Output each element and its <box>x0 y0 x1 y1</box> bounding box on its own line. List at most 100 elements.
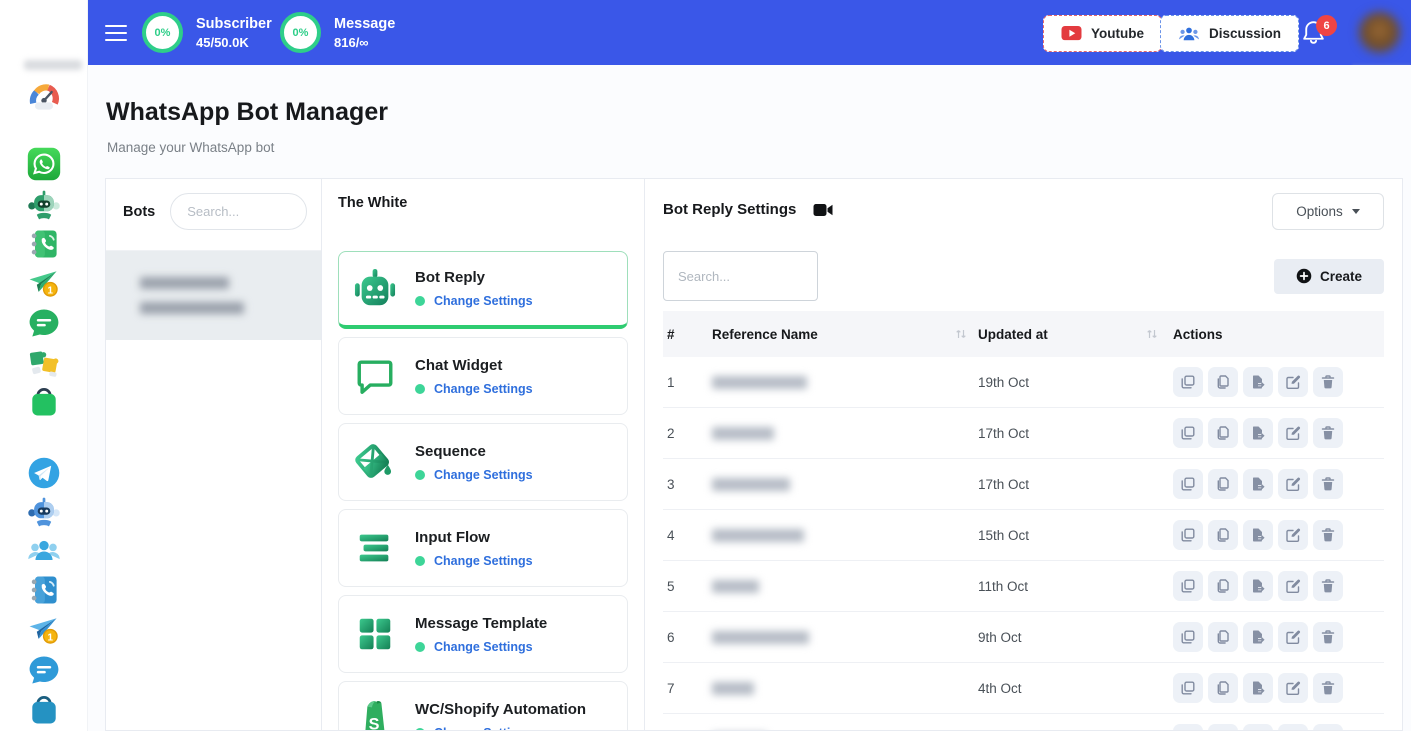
delete-action-button[interactable] <box>1313 622 1343 652</box>
settings-card-input-flow[interactable]: Input FlowChange Settings <box>338 509 628 587</box>
change-settings-label: Change Settings <box>434 640 533 654</box>
user-avatar[interactable] <box>1359 12 1400 53</box>
settings-card-sequence[interactable]: SequenceChange Settings <box>338 423 628 501</box>
copy-icon <box>1215 374 1231 390</box>
create-button-label: Create <box>1320 269 1362 284</box>
telegram-contacts-icon[interactable] <box>26 572 62 608</box>
clone-action-button[interactable] <box>1173 469 1203 499</box>
export-action-button[interactable] <box>1243 571 1273 601</box>
redacted-reference-name <box>712 529 804 542</box>
clone-action-button[interactable] <box>1173 367 1203 397</box>
clone-action-button[interactable] <box>1173 673 1203 703</box>
copy-action-button[interactable] <box>1208 673 1238 703</box>
whatsapp-chat-icon[interactable] <box>26 305 62 341</box>
change-settings-link[interactable]: Change Settings <box>415 294 533 308</box>
delete-action-button[interactable] <box>1313 469 1343 499</box>
app-logo <box>24 60 82 70</box>
status-dot <box>415 556 425 566</box>
edit-action-button[interactable] <box>1278 418 1308 448</box>
whatsapp-icon[interactable] <box>26 146 62 182</box>
bots-search-input[interactable] <box>170 193 307 230</box>
copy-action-button[interactable] <box>1208 520 1238 550</box>
app-sidebar: 11 <box>0 0 88 731</box>
clone-action-button[interactable] <box>1173 520 1203 550</box>
sort-icon[interactable] <box>1145 327 1159 341</box>
delete-action-button[interactable] <box>1313 418 1343 448</box>
edit-action-button[interactable] <box>1278 622 1308 652</box>
delete-action-button[interactable] <box>1313 367 1343 397</box>
notification-count-badge: 6 <box>1316 15 1337 36</box>
options-button[interactable]: Options <box>1272 193 1384 230</box>
bot-list-item-selected[interactable] <box>106 250 321 340</box>
table-row: 317th Oct <box>663 459 1384 510</box>
video-camera-icon[interactable] <box>813 203 833 217</box>
change-settings-link[interactable]: Change Settings <box>415 468 533 482</box>
settings-card-bot-reply[interactable]: Bot ReplyChange Settings <box>338 251 628 329</box>
clone-icon <box>1180 680 1196 696</box>
edit-action-button[interactable] <box>1278 367 1308 397</box>
redacted-reference-name <box>712 631 809 644</box>
settings-card-chat-widget[interactable]: Chat WidgetChange Settings <box>338 337 628 415</box>
telegram-chat-icon[interactable] <box>26 652 62 688</box>
change-settings-link[interactable]: Change Settings <box>415 382 533 396</box>
edit-action-button[interactable] <box>1278 469 1308 499</box>
edit-action-button[interactable] <box>1278 724 1308 731</box>
edit-action-button[interactable] <box>1278 571 1308 601</box>
integrations-icon[interactable] <box>26 344 62 380</box>
change-settings-link[interactable]: Change Settings <box>415 640 547 654</box>
telegram-group-icon[interactable] <box>26 533 62 569</box>
sort-icon[interactable] <box>954 327 968 341</box>
telegram-icon[interactable] <box>26 455 62 491</box>
delete-icon <box>1320 527 1336 543</box>
export-action-button[interactable] <box>1243 622 1273 652</box>
whatsapp-store-icon[interactable] <box>26 384 62 420</box>
telegram-bot-icon[interactable] <box>26 494 62 530</box>
export-action-button[interactable] <box>1243 367 1273 397</box>
whatsapp-broadcast-icon[interactable]: 1 <box>26 265 62 301</box>
table-search-input[interactable] <box>663 251 818 301</box>
copy-action-button[interactable] <box>1208 469 1238 499</box>
settings-card-wc-shopify-automation[interactable]: SWC/Shopify AutomationChange Settings <box>338 681 628 731</box>
clone-action-button[interactable] <box>1173 571 1203 601</box>
whatsapp-bot-icon[interactable] <box>26 187 62 223</box>
clone-action-button[interactable] <box>1173 724 1203 731</box>
copy-action-button[interactable] <box>1208 418 1238 448</box>
change-settings-link[interactable]: Change Settings <box>415 726 586 731</box>
edit-action-button[interactable] <box>1278 520 1308 550</box>
settings-card-message-template[interactable]: Message TemplateChange Settings <box>338 595 628 673</box>
telegram-store-icon[interactable] <box>26 692 62 728</box>
export-action-button[interactable] <box>1243 469 1273 499</box>
edit-icon <box>1285 527 1301 543</box>
change-settings-link[interactable]: Change Settings <box>415 554 533 568</box>
copy-icon <box>1215 680 1231 696</box>
copy-action-button[interactable] <box>1208 571 1238 601</box>
clone-action-button[interactable] <box>1173 418 1203 448</box>
hamburger-menu-icon[interactable] <box>105 25 127 46</box>
create-button[interactable]: Create <box>1274 259 1384 294</box>
copy-action-button[interactable] <box>1208 367 1238 397</box>
dashboard-gauge-icon[interactable] <box>26 79 62 115</box>
export-icon <box>1250 476 1266 492</box>
subscriber-stat: 0% Subscriber 45/50.0K <box>142 12 272 53</box>
copy-action-button[interactable] <box>1208 622 1238 652</box>
redacted-reference-name <box>712 682 754 695</box>
export-action-button[interactable] <box>1243 418 1273 448</box>
telegram-broadcast-icon[interactable]: 1 <box>26 612 62 648</box>
delete-action-button[interactable] <box>1313 724 1343 731</box>
delete-action-button[interactable] <box>1313 571 1343 601</box>
export-action-button[interactable] <box>1243 724 1273 731</box>
edit-icon <box>1285 680 1301 696</box>
delete-icon <box>1320 629 1336 645</box>
delete-action-button[interactable] <box>1313 520 1343 550</box>
export-action-button[interactable] <box>1243 520 1273 550</box>
copy-action-button[interactable] <box>1208 724 1238 731</box>
row-number: 5 <box>667 579 712 594</box>
delete-action-button[interactable] <box>1313 673 1343 703</box>
edit-action-button[interactable] <box>1278 673 1308 703</box>
clone-action-button[interactable] <box>1173 622 1203 652</box>
whatsapp-contacts-icon[interactable] <box>26 226 62 262</box>
discussion-button[interactable]: Discussion <box>1160 15 1299 52</box>
youtube-button[interactable]: Youtube <box>1043 15 1162 52</box>
export-action-button[interactable] <box>1243 673 1273 703</box>
chevron-down-icon <box>1352 209 1360 214</box>
